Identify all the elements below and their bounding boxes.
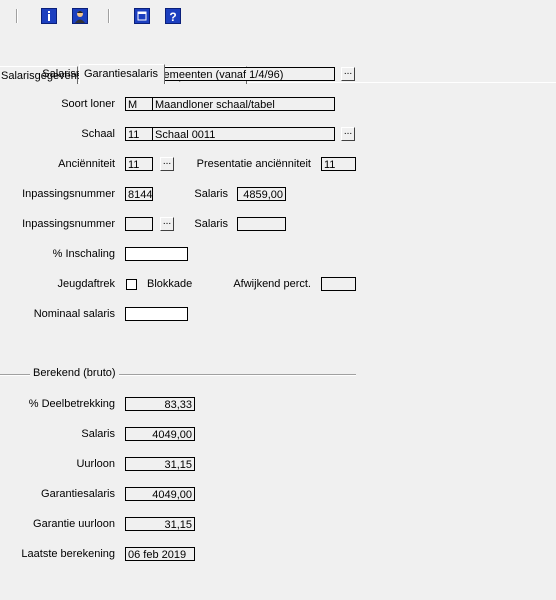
help-icon[interactable]: ? — [165, 8, 181, 24]
nominaal-salaris-input[interactable] — [125, 307, 188, 321]
afwijkend-perct-field[interactable] — [321, 277, 356, 291]
soort-loner-description-field: Maandloner schaal/tabel — [152, 97, 335, 111]
berekend-group-title: Berekend (bruto) — [30, 367, 119, 379]
jeugdaftrek-label: Jeugdaftrek — [57, 278, 115, 290]
salarisregeling-description-field: Gemeenten (vanaf 1/4/96) — [152, 67, 335, 81]
inpassingsnummer-field[interactable]: 8144 — [125, 187, 153, 201]
ancienniteit-field[interactable]: 11 — [125, 157, 153, 171]
ancienniteit-lookup-button[interactable]: ... — [160, 157, 174, 171]
inschaling-label: % Inschaling — [52, 248, 115, 260]
salarisregeling-lookup-button[interactable]: ... — [341, 67, 355, 81]
toolbar-separator — [16, 9, 17, 23]
toolbar: ? — [0, 0, 556, 32]
deelbetrekking-label: % Deelbetrekking — [28, 398, 115, 410]
presentatie-ancienniteit-label: Presentatie anciënniteit — [196, 158, 311, 170]
soort-loner-code-field[interactable]: M — [125, 97, 153, 111]
garantiesalaris-field: 4049,00 — [125, 487, 195, 501]
inschaling-input[interactable] — [125, 247, 188, 261]
ancienniteit-label: Anciënniteit — [58, 158, 115, 170]
user-icon[interactable] — [72, 8, 88, 24]
garantie-uurloon-label: Garantie uurloon — [33, 518, 115, 530]
schaal-description-field: Schaal 0011 — [152, 127, 335, 141]
laatste-berekening-label: Laatste berekening — [21, 548, 115, 560]
schaal-lookup-button[interactable]: ... — [341, 127, 355, 141]
inpassingsnummer-label: Inpassingsnummer — [22, 188, 115, 200]
deelbetrekking-field: 83,33 — [125, 397, 195, 411]
garantiesalaris-label: Garantiesalaris — [41, 488, 115, 500]
presentatie-ancienniteit-field[interactable]: 11 — [321, 157, 356, 171]
inpassingsnummer-lookup-button[interactable]: ... — [160, 217, 174, 231]
info-icon[interactable] — [41, 8, 57, 24]
window-icon[interactable] — [134, 8, 150, 24]
salaris-field — [237, 217, 286, 231]
berekend-salaris-field: 4049,00 — [125, 427, 195, 441]
uurloon-label: Uurloon — [76, 458, 115, 470]
inpassingsnummer-field[interactable] — [125, 217, 153, 231]
salaris-label: Salaris — [194, 188, 228, 200]
schaal-code-field[interactable]: 11 — [125, 127, 153, 141]
salaris-label: Salaris — [194, 218, 228, 230]
berekend-salaris-label: Salaris — [81, 428, 115, 440]
blokkade-label: Blokkade — [147, 278, 193, 290]
tab-garantiesalaris[interactable]: Garantiesalaris — [79, 64, 165, 84]
svg-text:?: ? — [169, 10, 176, 24]
schaal-label: Schaal — [81, 128, 115, 140]
uurloon-field: 31,15 — [125, 457, 195, 471]
inpassingsnummer-label: Inpassingsnummer — [22, 218, 115, 230]
garantie-uurloon-field: 31,15 — [125, 517, 195, 531]
jeugdaftrek-checkbox[interactable] — [126, 279, 137, 290]
tab-bar: Salarisgegevens Garantiesalaris Opbouw s… — [0, 32, 556, 84]
salaris-field: 4859,00 — [237, 187, 286, 201]
soort-loner-label: Soort loner — [61, 98, 115, 110]
afwijkend-perct-label: Afwijkend perct. — [233, 278, 311, 290]
toolbar-separator — [108, 9, 109, 23]
nominaal-salaris-label: Nominaal salaris — [33, 308, 115, 320]
laatste-berekening-field: 06 feb 2019 — [125, 547, 195, 561]
